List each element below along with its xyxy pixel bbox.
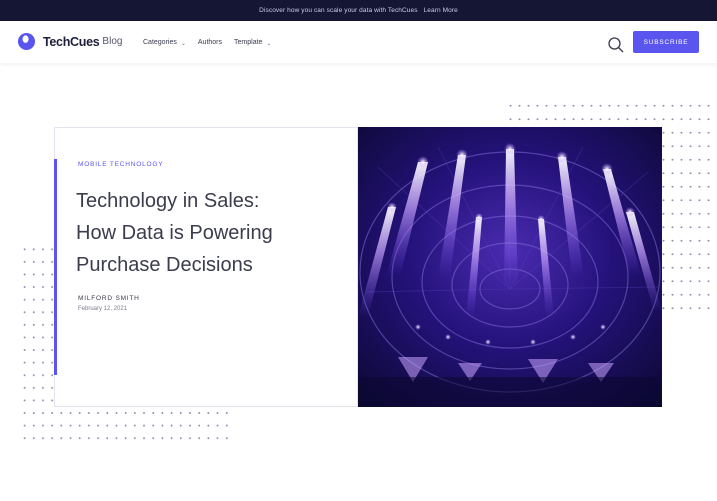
nav-categories[interactable]: Categories ⌄ [143, 39, 186, 47]
brand-subtitle: Blog [102, 36, 123, 47]
article-title[interactable]: Technology in Sales: How Data is Powerin… [76, 185, 346, 281]
hero-image[interactable] [358, 127, 662, 407]
main-nav: Categories ⌄ Authors Template ⌄ [143, 39, 283, 47]
brand-name: TechCues [43, 34, 100, 49]
search-icon[interactable] [607, 36, 625, 54]
accent-bar [54, 159, 57, 375]
title-line: How Data is Powering [76, 222, 273, 244]
logo[interactable]: TechCues Blog [17, 32, 122, 51]
chevron-down-icon: ⌄ [180, 41, 186, 47]
chevron-down-icon: ⌄ [266, 41, 272, 47]
article-date: February 12, 2021 [78, 306, 128, 312]
nav-label: Template [234, 39, 263, 46]
announcement-bar: Discover how you can scale your data wit… [0, 0, 717, 21]
featured-article-card[interactable]: MOBILE TECHNOLOGY Technology in Sales: H… [54, 127, 358, 407]
title-line: Purchase Decisions [76, 254, 253, 276]
nav-authors[interactable]: Authors [198, 39, 222, 46]
site-header: TechCues Blog Categories ⌄ Authors Templ… [0, 21, 717, 63]
announcement-text: Discover how you can scale your data wit… [259, 7, 418, 14]
learn-more-link[interactable]: Learn More [424, 7, 458, 14]
article-category[interactable]: MOBILE TECHNOLOGY [78, 161, 163, 168]
article-author[interactable]: MILFORD SMITH [78, 295, 140, 302]
title-line: Technology in Sales: [76, 190, 260, 212]
techcues-logo-icon [17, 32, 36, 51]
subscribe-button[interactable]: SUBSCRIBE [633, 31, 699, 53]
stage-lights-image [358, 127, 662, 407]
nav-template[interactable]: Template ⌄ [234, 39, 272, 47]
nav-label: Authors [197, 39, 223, 46]
nav-label: Categories [143, 39, 177, 46]
